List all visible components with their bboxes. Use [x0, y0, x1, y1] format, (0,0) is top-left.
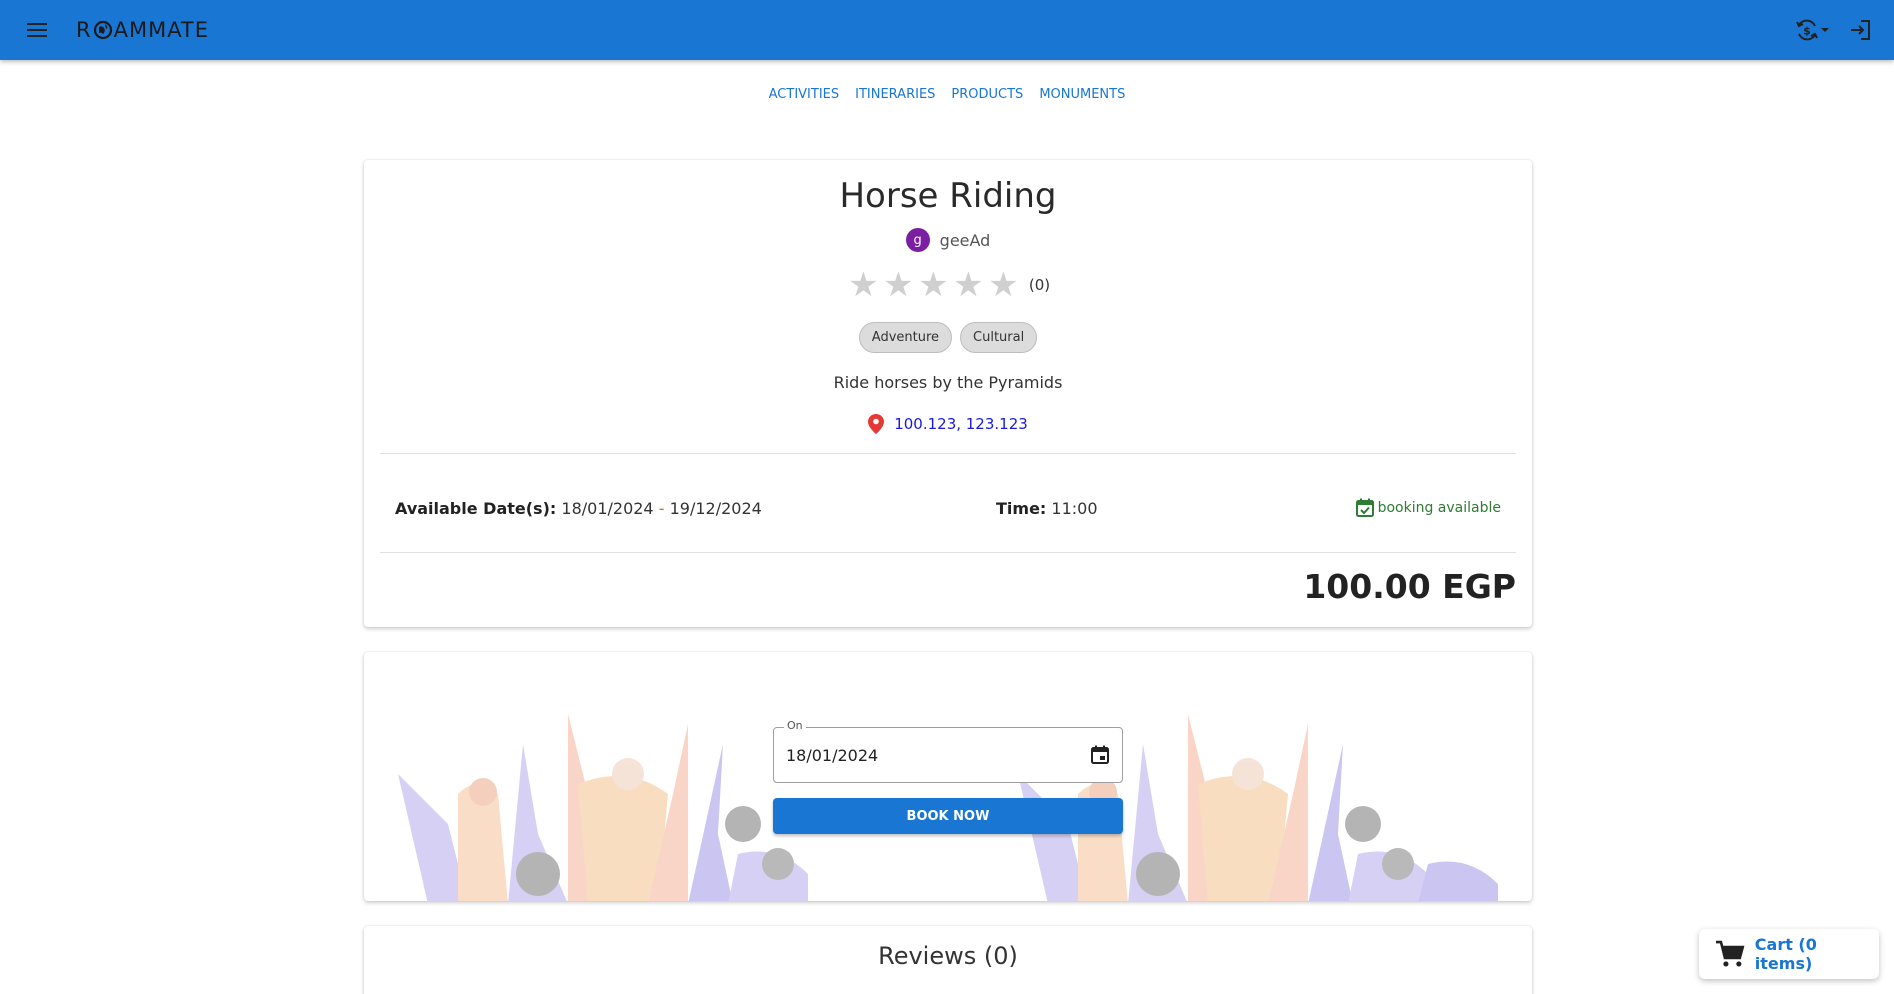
star-icon: ★ [918, 265, 949, 305]
time-label: Time: [996, 498, 1047, 518]
booking-status-text: booking available [1377, 500, 1501, 516]
shopping-cart-icon [1715, 940, 1745, 967]
reviews-card: Reviews (0) [364, 926, 1532, 994]
nav-link-products[interactable]: PRODUCTS [951, 87, 1023, 102]
svg-text:$: $ [1803, 25, 1811, 38]
book-now-button[interactable]: BOOK NOW [773, 798, 1123, 834]
menu-icon [27, 23, 47, 37]
activity-description: Ride horses by the Pyramids [833, 373, 1063, 392]
logo-text-suffix: AMMATE [113, 18, 210, 42]
chevron-down-icon [1821, 28, 1829, 32]
date-end: 19/12/2024 [669, 498, 762, 518]
booking-date-label: On [784, 719, 806, 732]
activity-author[interactable]: g geeAd [364, 228, 1532, 252]
event-available-icon [1355, 498, 1374, 517]
activity-price: 100.00 EGP [1303, 567, 1516, 606]
cart-button[interactable]: Cart (0 items) [1699, 929, 1879, 979]
star-icon: ★ [848, 265, 879, 305]
category-nav: ACTIVITIES ITINERARIES PRODUCTS MONUMENT… [0, 87, 1894, 102]
illustration-group-left [398, 714, 808, 901]
date-separator: - [658, 498, 665, 518]
time-value: 11:00 [1051, 498, 1098, 518]
booking-date-field[interactable]: On 18/01/2024 [773, 719, 1123, 783]
divider [380, 453, 1516, 454]
author-name: geeAd [939, 230, 991, 250]
available-dates: Available Date(s): 18/01/2024 - 19/12/20… [395, 499, 762, 518]
rating-count: (0) [1028, 276, 1051, 294]
activity-details-card: Horse Riding g geeAd ★ ★ ★ ★ ★ (0) Adven… [364, 160, 1532, 627]
star-rating: ★ ★ ★ ★ ★ (0) [364, 268, 1532, 302]
currency-button[interactable]: $ [1794, 15, 1830, 45]
nav-link-activities[interactable]: ACTIVITIES [769, 87, 839, 102]
tag-list: Adventure Cultural [364, 322, 1532, 353]
globe-icon [93, 20, 112, 40]
activity-title: Horse Riding [839, 176, 1057, 216]
avatar: g [905, 228, 930, 252]
nav-link-itineraries[interactable]: ITINERARIES [855, 87, 935, 102]
logo-text-prefix: R [76, 18, 92, 42]
date-start: 18/01/2024 [561, 498, 654, 518]
app-bar: R AMMATE $ [0, 0, 1894, 60]
activity-time: Time: 11:00 [996, 499, 1098, 518]
booking-card: On 18/01/2024 BOOK NOW [364, 652, 1532, 901]
divider [380, 552, 1516, 553]
login-button[interactable] [1846, 16, 1874, 44]
nav-link-monuments[interactable]: MONUMENTS [1039, 87, 1125, 102]
booking-date-value[interactable]: 18/01/2024 [786, 746, 878, 765]
available-dates-label: Available Date(s): [395, 498, 557, 518]
star-icon: ★ [883, 265, 914, 305]
star-icon: ★ [953, 265, 984, 305]
reviews-title: Reviews (0) [878, 942, 1018, 970]
location-pin-icon [868, 414, 885, 434]
star-icon: ★ [988, 265, 1019, 305]
cart-label: Cart (0 items) [1754, 935, 1817, 973]
location-coordinates[interactable]: 100.123, 123.123 [894, 415, 1028, 433]
app-logo[interactable]: R AMMATE [76, 17, 209, 43]
menu-button[interactable] [24, 17, 50, 43]
tag-chip[interactable]: Adventure [858, 322, 953, 353]
calendar-icon[interactable] [1088, 743, 1112, 767]
activity-schedule: Available Date(s): 18/01/2024 - 19/12/20… [395, 493, 1501, 523]
tag-chip[interactable]: Cultural [960, 322, 1038, 353]
currency-exchange-icon: $ [1796, 19, 1818, 41]
activity-location[interactable]: 100.123, 123.123 [364, 414, 1532, 434]
login-icon [1851, 20, 1870, 40]
booking-status: booking available [1355, 498, 1501, 518]
